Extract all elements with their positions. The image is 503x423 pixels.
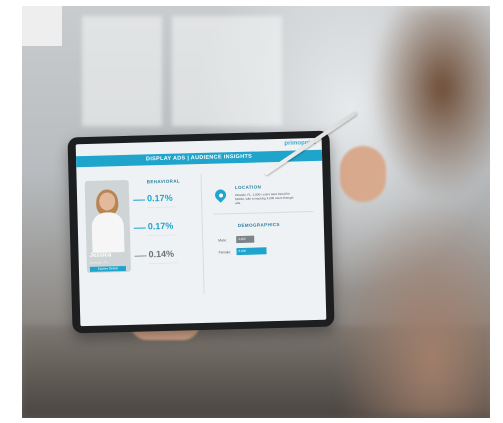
profile-location: Orlando, FL bbox=[89, 260, 109, 265]
column-divider bbox=[200, 173, 205, 294]
right-hand bbox=[340, 146, 386, 202]
metric-arrow bbox=[134, 255, 147, 257]
corner-placeholder bbox=[22, 6, 62, 46]
location-text: Orlando, FL, 1,000+ users were found for… bbox=[234, 191, 294, 206]
demo-bar-female: 6,000 bbox=[236, 247, 267, 256]
tablet-screen: primopoint DISPLAY ADS | AUDIENCE INSIGH… bbox=[75, 137, 327, 327]
profile-button[interactable]: Explore Details bbox=[89, 265, 126, 272]
location-title: LOCATION bbox=[234, 184, 262, 191]
window-light bbox=[172, 16, 282, 126]
behavioral-title: BEHAVIORAL bbox=[146, 178, 181, 185]
demo-bar-male: 4,000 bbox=[236, 235, 255, 244]
demo-label-female: Female: bbox=[218, 250, 232, 255]
metric-arrow bbox=[133, 227, 146, 229]
demo-label-male: Male: bbox=[218, 238, 227, 243]
metric-value: 0.14% bbox=[148, 248, 175, 260]
screen-body: Jessica Orlando, FL Explore Details BEHA… bbox=[76, 161, 326, 326]
tablet-device: primopoint DISPLAY ADS | AUDIENCE INSIGH… bbox=[67, 130, 335, 334]
profile-shirt bbox=[91, 212, 125, 253]
metric-arrow bbox=[133, 199, 146, 201]
profile-card[interactable]: Jessica Orlando, FL Explore Details bbox=[84, 179, 132, 273]
metric-value: 0.17% bbox=[147, 220, 174, 232]
metric-note: ····························· bbox=[147, 204, 177, 210]
person-silhouette bbox=[322, 6, 490, 418]
metric-note: ····························· bbox=[148, 260, 178, 266]
metric-note: ····························· bbox=[148, 232, 178, 238]
window-light bbox=[82, 16, 162, 126]
profile-name: Jessica bbox=[89, 252, 112, 259]
metric-value: 0.17% bbox=[146, 192, 173, 204]
section-divider bbox=[213, 211, 314, 215]
location-pin-dot bbox=[218, 192, 223, 198]
demographics-title: DEMOGRAPHICS bbox=[237, 221, 280, 229]
